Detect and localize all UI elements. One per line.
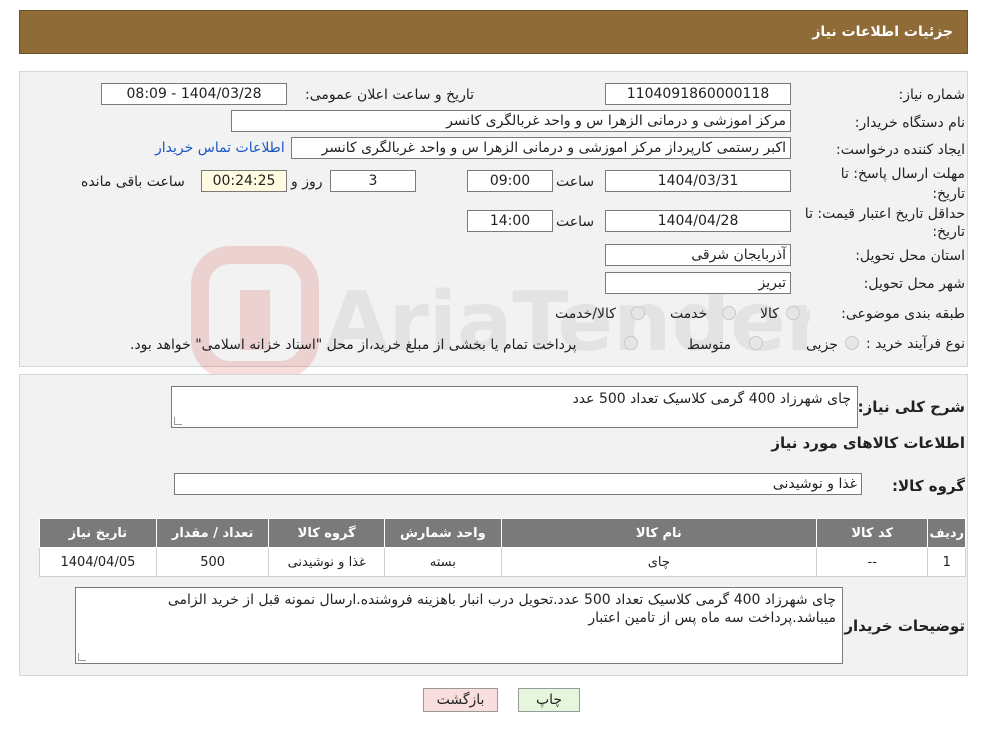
validity-time-field: 14:00 xyxy=(467,210,553,232)
buyer-org-field: مرکز اموزشی و درمانی الزهرا س و واحد غرب… xyxy=(231,110,791,132)
process-option-medium: متوسط xyxy=(687,337,731,353)
requester-label: ایجاد کننده درخواست: xyxy=(836,142,965,158)
deadline-label: مهلت ارسال پاسخ: تا تاریخ: xyxy=(840,166,965,202)
col-header-code: کد کالا xyxy=(815,518,929,548)
buyer-contact-link[interactable]: اطلاعات تماس خریدار xyxy=(155,140,285,156)
buyer-org-label: نام دستگاه خریدار: xyxy=(854,115,965,131)
city-label: شهر محل تحویل: xyxy=(863,276,965,292)
validity-date-field: 1404/04/28 xyxy=(605,210,791,232)
col-header-need-date: تاریخ نیاز xyxy=(39,518,157,548)
cell-group: غذا و نوشیدنی xyxy=(268,547,385,577)
deadline-time-field: 09:00 xyxy=(467,170,553,192)
buyer-notes-label: توضیحات خریدار: xyxy=(838,617,965,635)
col-header-unit: واحد شمارش xyxy=(384,518,502,548)
province-label: استان محل تحویل: xyxy=(855,248,965,264)
validity-hour-label: ساعت xyxy=(556,214,595,230)
col-header-group: گروه کالا xyxy=(268,518,385,548)
need-number-label: شماره نیاز: xyxy=(898,87,966,103)
page-header: جزئیات اطلاعات نیاز xyxy=(19,10,968,54)
resize-handle-icon[interactable] xyxy=(174,417,182,425)
radio-process-minor[interactable] xyxy=(845,336,859,350)
validity-label: حداقل تاریخ اعتبار قیمت: تا تاریخ: xyxy=(804,206,965,240)
radio-category-goods-service[interactable] xyxy=(631,306,645,320)
remaining-time-field: 00:24:25 xyxy=(201,170,287,192)
days-label: روز و xyxy=(291,174,323,190)
back-button[interactable]: بازگشت xyxy=(423,688,498,712)
category-label: طبقه بندی موضوعی: xyxy=(841,306,965,322)
requester-field: اکبر رستمی کارپرداز مرکز اموزشی و درمانی… xyxy=(291,137,791,159)
deadline-date-field: 1404/03/31 xyxy=(605,170,791,192)
need-description-text: چای شهرزاد 400 گرمی کلاسیک تعداد 500 عدد xyxy=(572,391,851,407)
col-header-name: نام کالا xyxy=(500,518,817,548)
col-header-row-number: ردیف xyxy=(927,518,966,548)
process-option-minor: جزیی xyxy=(806,337,838,353)
need-description-field: چای شهرزاد 400 گرمی کلاسیک تعداد 500 عدد xyxy=(171,386,858,428)
goods-table: ردیف کد کالا نام کالا واحد شمارش گروه کا… xyxy=(39,518,966,577)
province-field: آذربایجان شرقی xyxy=(605,244,791,266)
table-header-row: ردیف کد کالا نام کالا واحد شمارش گروه کا… xyxy=(39,518,966,548)
days-field: 3 xyxy=(330,170,416,192)
goods-group-label: گروه کالا: xyxy=(892,477,965,495)
announce-datetime-field: 1404/03/28 - 08:09 xyxy=(101,83,287,105)
category-option-service: خدمت xyxy=(670,306,708,322)
process-label: نوع فرآیند خرید : xyxy=(866,336,965,352)
cell-unit: بسته xyxy=(384,547,502,577)
remaining-label: ساعت باقی مانده xyxy=(81,174,185,190)
page-title: جزئیات اطلاعات نیاز xyxy=(812,24,953,40)
goods-group-field: غذا و نوشیدنی xyxy=(174,473,862,495)
checkbox-treasury[interactable] xyxy=(624,336,638,350)
cell-code: -- xyxy=(815,547,929,577)
cell-row-number: 1 xyxy=(927,547,966,577)
cell-name: چای xyxy=(500,547,817,577)
goods-info-title: اطلاعات کالاهای مورد نیاز xyxy=(771,434,965,452)
need-number-field: 1104091860000118 xyxy=(605,83,791,105)
radio-process-medium[interactable] xyxy=(749,336,763,350)
radio-category-service[interactable] xyxy=(722,306,736,320)
deadline-hour-label: ساعت xyxy=(556,174,595,190)
process-note: پرداخت تمام یا بخشی از مبلغ خرید،از محل … xyxy=(130,337,577,353)
cell-need-date: 1404/04/05 xyxy=(39,547,157,577)
category-option-goods: کالا xyxy=(760,306,779,322)
buyer-notes-text: چای شهرزاد 400 گرمی کلاسیک تعداد 500 عدد… xyxy=(167,592,836,626)
category-option-goods-service: کالا/خدمت xyxy=(555,306,616,322)
need-description-label: شرح کلی نیاز: xyxy=(857,398,965,416)
cell-quantity: 500 xyxy=(155,547,270,577)
radio-category-goods[interactable] xyxy=(786,306,800,320)
col-header-quantity: تعداد / مقدار xyxy=(155,518,270,548)
announce-label: تاریخ و ساعت اعلان عمومی: xyxy=(305,87,474,103)
print-button[interactable]: چاپ xyxy=(518,688,580,712)
buyer-notes-field: چای شهرزاد 400 گرمی کلاسیک تعداد 500 عدد… xyxy=(75,587,843,664)
city-field: تبریز xyxy=(605,272,791,294)
resize-handle-icon[interactable] xyxy=(78,653,86,661)
table-row: 1 -- چای بسته غذا و نوشیدنی 500 1404/04/… xyxy=(39,547,966,577)
